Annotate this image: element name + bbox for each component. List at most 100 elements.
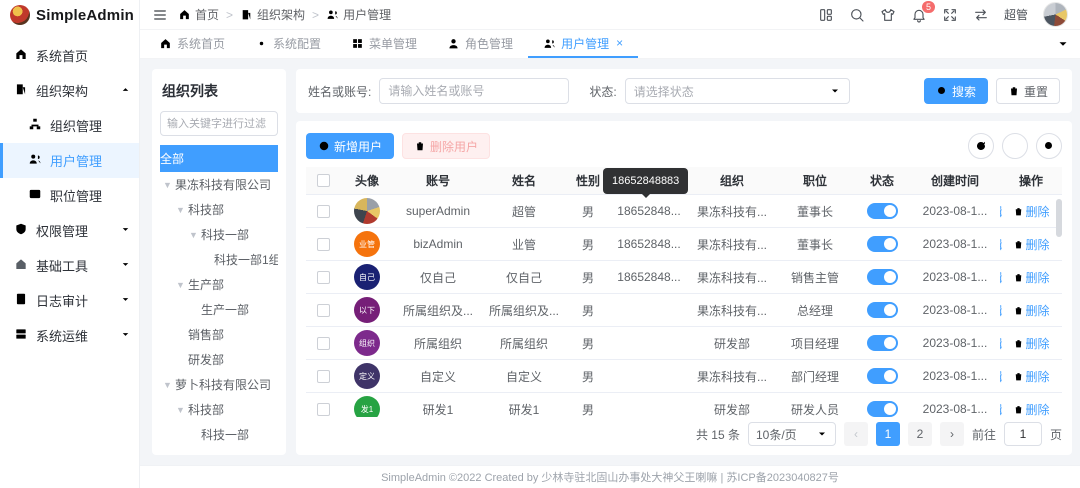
caret-down-icon[interactable]: ▼ [175, 405, 186, 415]
row-checkbox[interactable] [317, 205, 330, 218]
delete-link[interactable]: 删除 [1013, 401, 1050, 418]
add-user-button[interactable]: 新增用户 [306, 133, 394, 159]
delete-user-button[interactable]: 删除用户 [402, 133, 490, 159]
tree-node-10[interactable]: ▼ 科技部 [160, 397, 278, 422]
caret-down-icon[interactable]: ▼ [162, 180, 173, 190]
sidebar-item-3[interactable]: 用户管理 [0, 143, 139, 178]
status-toggle[interactable] [867, 335, 898, 351]
tree-node-8[interactable]: 研发部 [160, 347, 278, 372]
tab-2[interactable]: 菜单管理 [336, 30, 432, 58]
name-filter-input[interactable] [379, 78, 569, 104]
tree-node-1[interactable]: ▼ 果冻科技有限公司 [160, 172, 278, 197]
delete-link[interactable]: 删除 [1013, 269, 1050, 286]
search-icon[interactable] [849, 7, 865, 23]
more-link[interactable]: 更多 [1060, 302, 1062, 319]
column-settings-icon[interactable] [1002, 133, 1028, 159]
tree-node-3[interactable]: ▼ 科技一部 [160, 222, 278, 247]
collapse-sidebar-button[interactable] [152, 7, 168, 23]
caret-down-icon[interactable]: ▼ [188, 230, 199, 240]
status-toggle[interactable] [867, 368, 898, 384]
delete-link[interactable]: 删除 [1013, 335, 1050, 352]
delete-link[interactable]: 删除 [1013, 203, 1050, 220]
sidebar-item-8[interactable]: 系统运维 [0, 318, 139, 353]
row-checkbox[interactable] [317, 238, 330, 251]
more-link[interactable]: 更多 [1060, 269, 1062, 286]
row-checkbox[interactable] [317, 337, 330, 350]
edit-link[interactable]: 编辑 [1000, 203, 1003, 220]
page-size-select[interactable]: 10条/页 [748, 422, 836, 446]
page-button-2[interactable]: 2 [908, 422, 932, 446]
next-page-button[interactable]: › [940, 422, 964, 446]
reset-button[interactable]: 重置 [996, 78, 1060, 104]
caret-down-icon[interactable]: ▼ [175, 280, 186, 290]
row-checkbox[interactable] [317, 271, 330, 284]
prev-page-button[interactable]: ‹ [844, 422, 868, 446]
select-all-checkbox[interactable] [317, 174, 330, 187]
tab-0[interactable]: 系统首页 [144, 30, 240, 58]
sidebar-item-4[interactable]: 职位管理 [0, 178, 139, 213]
tree-node-2[interactable]: ▼ 科技部 [160, 197, 278, 222]
more-link[interactable]: 更多 [1060, 236, 1062, 253]
table-scrollbar[interactable] [1056, 199, 1062, 237]
breadcrumb-item-1[interactable]: 组织架构 [240, 6, 305, 23]
breadcrumb-item-2[interactable]: 用户管理 [326, 6, 391, 23]
delete-link[interactable]: 删除 [1013, 236, 1050, 253]
tree-node-6[interactable]: 生产一部 [160, 297, 278, 322]
goto-page-input[interactable] [1004, 422, 1042, 446]
status-filter-select[interactable]: 请选择状态 [625, 78, 850, 104]
layout-icon[interactable] [818, 7, 834, 23]
sidebar-item-0[interactable]: 系统首页 [0, 38, 139, 73]
notification-bell-icon[interactable]: 5 [911, 7, 927, 23]
status-toggle[interactable] [867, 401, 898, 417]
table-search-icon[interactable] [1036, 133, 1062, 159]
tree-node-4[interactable]: 科技一部1组 [160, 247, 278, 272]
edit-link[interactable]: 编辑 [1000, 335, 1003, 352]
status-toggle[interactable] [867, 302, 898, 318]
breadcrumb-item-0[interactable]: 首页 [178, 6, 219, 23]
tabs-dropdown-icon[interactable] [1056, 30, 1070, 58]
edit-link[interactable]: 编辑 [1000, 236, 1003, 253]
edit-link[interactable]: 编辑 [1000, 302, 1003, 319]
user-avatar[interactable] [1043, 2, 1068, 27]
edit-link[interactable]: 编辑 [1000, 368, 1003, 385]
caret-down-icon[interactable]: ▼ [162, 380, 173, 390]
row-checkbox[interactable] [317, 370, 330, 383]
tab-1[interactable]: 系统配置 [240, 30, 336, 58]
row-checkbox[interactable] [317, 304, 330, 317]
status-toggle[interactable] [867, 236, 898, 252]
page-button-1[interactable]: 1 [876, 422, 900, 446]
edit-link[interactable]: 编辑 [1000, 269, 1003, 286]
cell-org: 果冻科技有... [688, 269, 776, 286]
tree-node-5[interactable]: ▼ 生产部 [160, 272, 278, 297]
tree-node-9[interactable]: ▼ 萝卜科技有限公司 [160, 372, 278, 397]
tab-4[interactable]: 用户管理 × [528, 30, 638, 58]
row-checkbox[interactable] [317, 403, 330, 416]
sidebar-item-5[interactable]: 权限管理 [0, 213, 139, 248]
more-link[interactable]: 更多 [1060, 335, 1062, 352]
tree-node-11[interactable]: 科技一部 [160, 422, 278, 445]
more-link[interactable]: 更多 [1060, 401, 1062, 418]
org-tree-title: 组织列表 [162, 81, 278, 101]
switch-icon[interactable] [973, 7, 989, 23]
more-link[interactable]: 更多 [1060, 368, 1062, 385]
tab-close-icon[interactable]: × [616, 37, 623, 49]
org-tree-filter-input[interactable] [160, 111, 278, 136]
sidebar-item-2[interactable]: 组织管理 [0, 108, 139, 143]
status-toggle[interactable] [867, 203, 898, 219]
refresh-icon[interactable] [968, 133, 994, 159]
tree-node-0[interactable]: 全部 [160, 145, 278, 172]
tree-node-7[interactable]: 销售部 [160, 322, 278, 347]
sidebar-item-7[interactable]: 日志审计 [0, 283, 139, 318]
tab-3[interactable]: 角色管理 [432, 30, 528, 58]
current-username[interactable]: 超管 [1004, 6, 1028, 23]
theme-shirt-icon[interactable] [880, 7, 896, 23]
delete-link[interactable]: 删除 [1013, 302, 1050, 319]
fullscreen-icon[interactable] [942, 7, 958, 23]
search-button[interactable]: 搜索 [924, 78, 988, 104]
status-toggle[interactable] [867, 269, 898, 285]
edit-link[interactable]: 编辑 [1000, 401, 1003, 418]
sidebar-item-6[interactable]: 基础工具 [0, 248, 139, 283]
sidebar-item-1[interactable]: 组织架构 [0, 73, 139, 108]
delete-link[interactable]: 删除 [1013, 368, 1050, 385]
caret-down-icon[interactable]: ▼ [175, 205, 186, 215]
